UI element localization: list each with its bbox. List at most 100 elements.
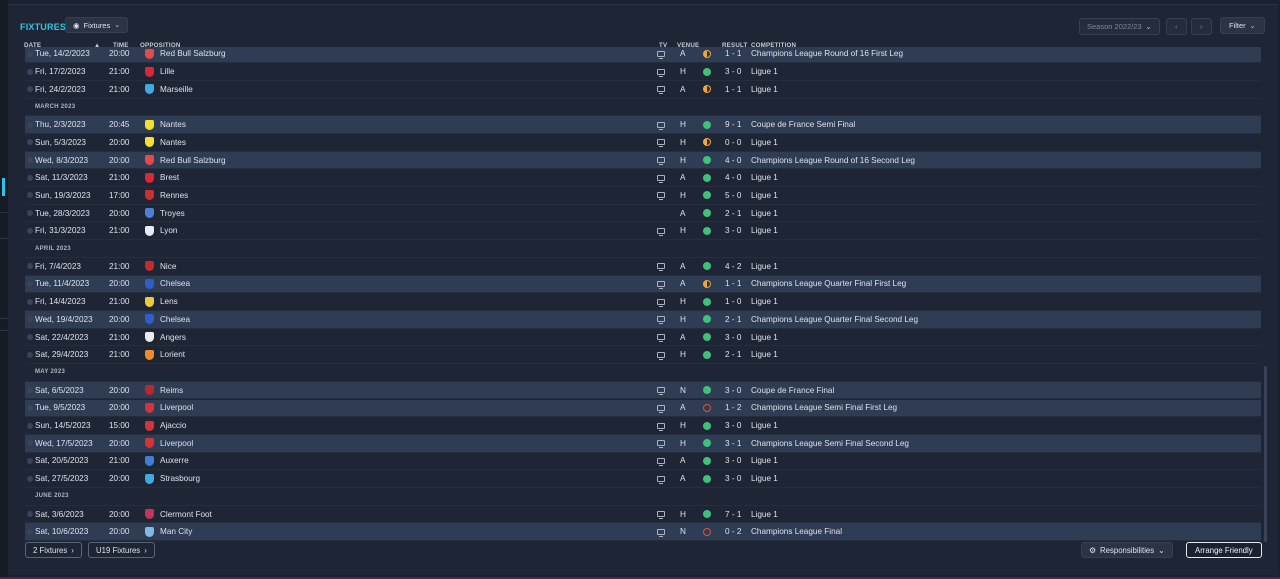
fixture-row[interactable]: Tue, 11/4/2023 20:00 Chelsea A 1 - 1 Champion… [25, 275, 1261, 294]
fixture-row[interactable]: Fri, 24/2/2023 21:00 Marseille A 1 - 1 Ligue … [25, 81, 1261, 99]
fixture-competition[interactable]: Champions League Round of 16 First Leg [751, 49, 903, 58]
fixture-row[interactable]: Sat, 22/4/2023 21:00 Angers A 3 - 0 Ligue 1 [25, 329, 1261, 347]
fixture-score[interactable]: 3 - 0 [725, 386, 741, 395]
opposition-name[interactable]: Nantes [160, 138, 186, 147]
opposition-name[interactable]: Chelsea [160, 279, 190, 288]
fixture-score[interactable]: 3 - 0 [725, 333, 741, 342]
fixture-score[interactable]: 1 - 1 [725, 49, 741, 58]
opposition-name[interactable]: Lyon [160, 226, 177, 235]
table-scrollbar[interactable] [1264, 366, 1267, 542]
opposition-name[interactable]: Lille [160, 67, 175, 76]
fixture-score[interactable]: 3 - 1 [725, 439, 741, 448]
fixture-score[interactable]: 4 - 0 [725, 156, 741, 165]
fixture-competition[interactable]: Ligue 1 [751, 173, 778, 182]
fixture-competition[interactable]: Ligue 1 [751, 510, 778, 519]
fixture-row[interactable]: Tue, 9/5/2023 20:00 Liverpool A 1 - 2 Champio… [25, 399, 1261, 418]
opposition-name[interactable]: Ajaccio [160, 421, 186, 430]
fixture-row[interactable]: Sat, 27/5/2023 20:00 Strasbourg A 3 - 0 Ligue… [25, 470, 1261, 488]
fixture-competition[interactable]: Ligue 1 [751, 209, 778, 218]
fixture-competition[interactable]: Champions League Final [751, 527, 842, 536]
fixtures-count-button[interactable]: 2 Fixtures › [25, 542, 82, 558]
fixture-score[interactable]: 0 - 0 [725, 138, 741, 147]
fixture-score[interactable]: 4 - 0 [725, 173, 741, 182]
opposition-name[interactable]: Auxerre [160, 456, 189, 465]
fixture-row[interactable]: Tue, 14/2/2023 20:00 Red Bull Salzburg A 1 -… [25, 47, 1261, 64]
fixture-row[interactable]: Wed, 17/5/2023 20:00 Liverpool H 3 - 1 Champi… [25, 434, 1261, 453]
fixture-competition[interactable]: Ligue 1 [751, 262, 778, 271]
fixture-row[interactable]: Sat, 10/6/2023 20:00 Man City N 0 - 2 Champio… [25, 523, 1261, 541]
fixture-competition[interactable]: Ligue 1 [751, 191, 778, 200]
opposition-name[interactable]: Angers [160, 333, 186, 342]
fixture-competition[interactable]: Champions League Quarter Final First Leg [751, 279, 906, 288]
next-season-button[interactable]: › [1191, 18, 1212, 35]
fixture-score[interactable]: 3 - 0 [725, 421, 741, 430]
fixture-competition[interactable]: Ligue 1 [751, 333, 778, 342]
opposition-name[interactable]: Nice [160, 262, 176, 271]
fixture-competition[interactable]: Champions League Semi Final First Leg [751, 403, 897, 412]
fixture-competition[interactable]: Coupe de France Semi Final [751, 120, 855, 129]
fixture-score[interactable]: 2 - 1 [725, 350, 741, 359]
fixture-score[interactable]: 9 - 1 [725, 120, 741, 129]
fixture-score[interactable]: 4 - 2 [725, 262, 741, 271]
fixture-score[interactable]: 1 - 1 [725, 279, 741, 288]
fixture-score[interactable]: 1 - 0 [725, 297, 741, 306]
u19-fixtures-button[interactable]: U19 Fixtures › [88, 542, 155, 558]
fixture-competition[interactable]: Champions League Round of 16 Second Leg [751, 156, 915, 165]
filter-button[interactable]: Filter ⌄ [1220, 17, 1265, 34]
fixture-row[interactable]: Tue, 28/3/2023 20:00 Troyes A 2 - 1 Ligue 1 [25, 205, 1261, 223]
fixture-competition[interactable]: Ligue 1 [751, 138, 778, 147]
fixture-competition[interactable]: Ligue 1 [751, 421, 778, 430]
opposition-name[interactable]: Liverpool [160, 403, 193, 412]
fixture-competition[interactable]: Champions League Quarter Final Second Le… [751, 315, 918, 324]
view-dropdown[interactable]: ◉ Fixtures ⌄ [65, 17, 129, 33]
fixture-row[interactable]: Sun, 19/3/2023 17:00 Rennes H 5 - 0 Ligue 1 [25, 187, 1261, 205]
opposition-name[interactable]: Red Bull Salzburg [160, 156, 226, 165]
opposition-name[interactable]: Troyes [160, 209, 185, 218]
opposition-name[interactable]: Strasbourg [160, 474, 200, 483]
opposition-name[interactable]: Rennes [160, 191, 188, 200]
opposition-name[interactable]: Red Bull Salzburg [160, 49, 226, 58]
opposition-name[interactable]: Nantes [160, 120, 186, 129]
fixture-row[interactable]: Wed, 8/3/2023 20:00 Red Bull Salzburg H 4 - … [25, 151, 1261, 170]
arrange-friendly-button[interactable]: Arrange Friendly [1186, 542, 1262, 558]
fixture-row[interactable]: Sat, 29/4/2023 21:00 Lorient H 2 - 1 Ligue 1 [25, 346, 1261, 365]
fixture-row[interactable]: Sat, 20/5/2023 21:00 Auxerre A 3 - 0 Ligue 1 [25, 453, 1261, 471]
fixture-score[interactable]: 1 - 1 [725, 85, 741, 94]
opposition-name[interactable]: Man City [160, 527, 192, 536]
fixture-competition[interactable]: Ligue 1 [751, 350, 778, 359]
fixture-row[interactable]: Thu, 2/3/2023 20:45 Nantes H 9 - 1 Coupe de F… [25, 116, 1261, 134]
opposition-name[interactable]: Brest [160, 173, 179, 182]
fixture-score[interactable]: 3 - 0 [725, 456, 741, 465]
fixture-score[interactable]: 3 - 0 [725, 226, 741, 235]
fixture-score[interactable]: 7 - 1 [725, 510, 741, 519]
opposition-name[interactable]: Lens [160, 297, 178, 306]
fixture-score[interactable]: 3 - 0 [725, 67, 741, 76]
fixture-competition[interactable]: Ligue 1 [751, 456, 778, 465]
opposition-name[interactable]: Liverpool [160, 439, 193, 448]
fixture-row[interactable]: Fri, 14/4/2023 21:00 Lens H 1 - 0 Ligue 1 [25, 293, 1261, 311]
fixture-competition[interactable]: Coupe de France Final [751, 386, 834, 395]
fixture-score[interactable]: 2 - 1 [725, 315, 741, 324]
opposition-name[interactable]: Lorient [160, 350, 185, 359]
fixture-row[interactable]: Wed, 19/4/2023 20:00 Chelsea H 2 - 1 Champion… [25, 311, 1261, 329]
fixture-row[interactable]: Fri, 31/3/2023 21:00 Lyon H 3 - 0 Ligue 1 [25, 223, 1261, 241]
opposition-name[interactable]: Reims [160, 386, 183, 395]
responsibilities-button[interactable]: ⚙ Responsibilities ⌄ [1081, 542, 1173, 558]
fixture-score[interactable]: 2 - 1 [725, 209, 741, 218]
fixture-competition[interactable]: Ligue 1 [751, 297, 778, 306]
fixture-row[interactable]: Sun, 5/3/2023 20:00 Nantes H 0 - 0 Ligue 1 [25, 134, 1261, 152]
season-dropdown[interactable]: Season 2022/23 ⌄ [1079, 18, 1160, 35]
fixture-competition[interactable]: Champions League Semi Final Second Leg [751, 439, 909, 448]
fixture-score[interactable]: 3 - 0 [725, 474, 741, 483]
opposition-name[interactable]: Clermont Foot [160, 510, 212, 519]
fixture-score[interactable]: 0 - 2 [725, 527, 741, 536]
fixture-score[interactable]: 5 - 0 [725, 191, 741, 200]
fixture-competition[interactable]: Ligue 1 [751, 85, 778, 94]
fixture-row[interactable]: Sat, 6/5/2023 20:00 Reims N 3 - 0 Coupe de Fr… [25, 381, 1261, 400]
opposition-name[interactable]: Marseille [160, 85, 193, 94]
fixture-score[interactable]: 1 - 2 [725, 403, 741, 412]
fixture-row[interactable]: Fri, 7/4/2023 21:00 Nice A 4 - 2 Ligue 1 [25, 258, 1261, 276]
fixture-competition[interactable]: Ligue 1 [751, 226, 778, 235]
fixture-row[interactable]: Sat, 11/3/2023 21:00 Brest A 4 - 0 Ligue 1 [25, 169, 1261, 188]
fixture-row[interactable]: Fri, 17/2/2023 21:00 Lille H 3 - 0 Ligue 1 [25, 63, 1261, 81]
